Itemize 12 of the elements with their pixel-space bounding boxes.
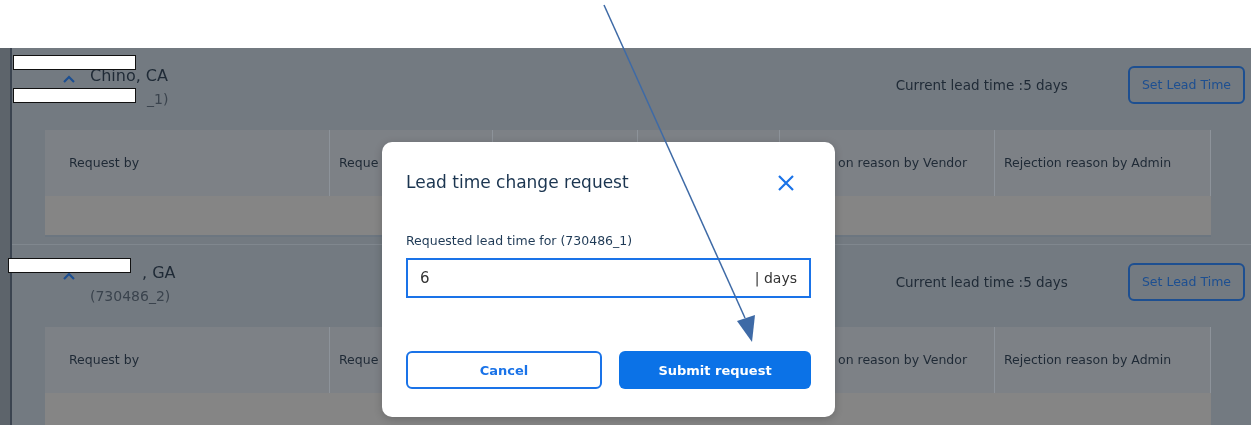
current-lead-time: Current lead time :5 days — [895, 76, 1068, 95]
unit-label: | days — [754, 269, 797, 289]
cancel-button[interactable]: Cancel — [406, 351, 602, 390]
field-label: Requested lead time for (730486_1) — [406, 231, 634, 250]
current-lead-time: Current lead time :5 days — [895, 273, 1068, 292]
chevron-up-icon[interactable] — [62, 271, 76, 281]
submit-button[interactable]: Submit request — [619, 351, 811, 390]
close-icon[interactable] — [777, 174, 795, 193]
location-id: (730486_2) — [90, 287, 172, 306]
location-title: , GA — [142, 263, 176, 283]
location-id: _1) — [147, 90, 169, 109]
location-title: Chino, CA — [90, 66, 169, 86]
